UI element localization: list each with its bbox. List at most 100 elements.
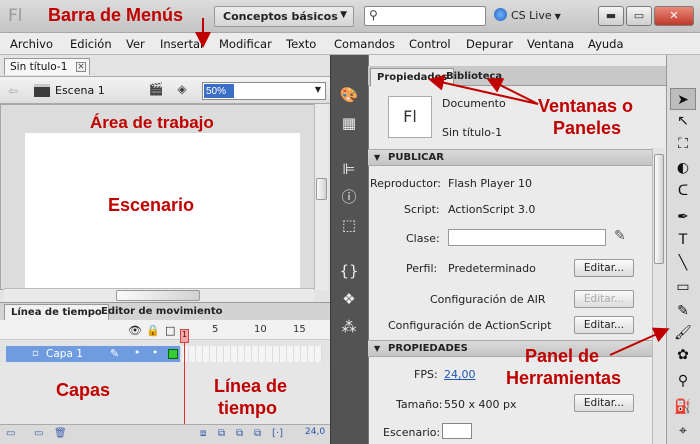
menu-modificar[interactable]: Modificar (219, 37, 272, 51)
text-tool-icon[interactable]: T (670, 229, 696, 251)
frames-strip[interactable] (182, 346, 322, 362)
properties-scrollbar[interactable] (652, 148, 665, 444)
annotation-tools-2: Herramientas (506, 368, 622, 388)
delete-icon[interactable]: 🗑 (54, 428, 67, 439)
scroll-thumb[interactable] (316, 178, 327, 200)
close-button[interactable]: ✕ (654, 6, 694, 26)
section-publish[interactable]: ▼ PUBLICAR (368, 149, 652, 166)
menu-control[interactable]: Control (409, 37, 451, 51)
line-tool-icon[interactable]: ╲ (670, 252, 696, 274)
edit-air-button[interactable]: Editar... (574, 290, 634, 308)
player-value: Flash Player 10 (448, 177, 533, 190)
actions-panel-icon[interactable]: {} (334, 260, 364, 282)
free-transform-tool-icon[interactable]: ⛶ (670, 133, 696, 155)
annotation-panels-2: Paneles (553, 118, 622, 138)
minimize-button[interactable]: ▬ (598, 6, 624, 26)
bone-tool-icon[interactable]: ⚲ (670, 370, 696, 392)
brush-tool-icon[interactable]: 🖌 (670, 322, 696, 344)
playhead[interactable]: 1 (180, 329, 189, 343)
profile-value: Predeterminado (448, 262, 536, 275)
annotation-layers: Capas (56, 380, 111, 400)
workspace-label: Conceptos básicos (223, 10, 338, 23)
menu-archivo[interactable]: Archivo (10, 37, 53, 51)
visibility-dot[interactable]: • (134, 347, 140, 359)
subselection-tool-icon[interactable]: ↖ (670, 110, 696, 132)
selection-tool-icon[interactable]: ➤ (670, 88, 696, 110)
zoom-dropdown[interactable]: ▼ (202, 82, 326, 100)
new-layer-icon[interactable]: ▭ (6, 428, 15, 439)
onion-skin-icon[interactable]: ⧉ (218, 428, 225, 439)
align-panel-icon[interactable]: ⊫ (334, 158, 364, 180)
lasso-tool-icon[interactable]: ᑕ (670, 180, 696, 202)
workspace-dropdown[interactable]: Conceptos básicos ▼ (214, 6, 354, 27)
fps-value[interactable]: 24,00 (444, 368, 476, 381)
menu-insertar[interactable]: Insertar (160, 37, 205, 51)
fps-readout[interactable]: 24,0 (305, 427, 325, 437)
maximize-button[interactable]: ▭ (626, 6, 652, 26)
lock-icon[interactable]: 🔒 (146, 324, 160, 337)
color-panel-icon[interactable]: 🎨 (334, 84, 364, 106)
stage-horizontal-scrollbar[interactable] (4, 288, 314, 302)
info-panel-icon[interactable]: ⓘ (334, 186, 364, 208)
lock-dot[interactable]: • (152, 347, 158, 359)
document-tab-label: Sin título-1 (10, 61, 68, 73)
swatches-panel-icon[interactable]: ▦ (334, 112, 364, 134)
3d-rotation-tool-icon[interactable]: ◐ (670, 157, 696, 179)
new-folder-icon[interactable]: ▭ (34, 428, 43, 439)
scroll-thumb[interactable] (654, 154, 664, 264)
frame-number: 5 (212, 324, 219, 335)
search-input[interactable] (385, 8, 483, 24)
class-input[interactable] (448, 229, 606, 246)
stage-vertical-scrollbar[interactable] (314, 104, 328, 290)
scene-icon (34, 84, 50, 97)
center-frame-icon[interactable]: ⧈ (200, 428, 206, 439)
pen-tool-icon[interactable]: ✒ (670, 206, 696, 228)
eyedropper-tool-icon[interactable]: ⌖ (670, 420, 696, 442)
frame-number: 15 (293, 324, 306, 335)
layer-row[interactable]: ▫ Capa 1 ✎ • • (6, 346, 180, 362)
tab-library[interactable]: Biblioteca (440, 68, 508, 86)
edit-bar: ⇦ Escena 1 🎬 ◈ ▼ (0, 76, 330, 104)
pencil-tool-icon[interactable]: ✎ (670, 300, 696, 322)
menu-ventana[interactable]: Ventana (527, 37, 574, 51)
edit-symbols-icon[interactable]: ◈ (172, 82, 192, 100)
zoom-input[interactable] (204, 84, 234, 98)
menu-depurar[interactable]: Depurar (466, 37, 513, 51)
menu-ver[interactable]: Ver (126, 37, 145, 51)
edit-size-button[interactable]: Editar... (574, 394, 634, 412)
annotation-work-area: Área de trabajo (90, 113, 214, 132)
menu-texto[interactable]: Texto (286, 37, 316, 51)
motion-presets-icon[interactable]: ⁂ (334, 316, 364, 338)
close-icon[interactable]: ✕ (76, 62, 86, 72)
size-label: Tamaño: (396, 398, 443, 411)
edit-actionscript-button[interactable]: Editar... (574, 316, 634, 334)
scroll-thumb[interactable] (116, 290, 200, 301)
outline-color-swatch[interactable] (168, 349, 178, 359)
document-tab[interactable]: Sin título-1 ✕ (4, 58, 90, 75)
outline-icon[interactable]: □ (165, 324, 175, 337)
search-box[interactable]: ⚲ (364, 6, 486, 26)
cs-live-button[interactable]: CS Live ▼ (494, 8, 561, 22)
stage-color-swatch[interactable] (442, 423, 472, 439)
section-properties[interactable]: ▼ PROPIEDADES (368, 340, 652, 357)
edit-multiple-icon[interactable]: ⧉ (254, 428, 261, 439)
tab-timeline[interactable]: Línea de tiempo (4, 304, 109, 321)
tab-motion-editor[interactable]: Editor de movimiento (95, 304, 229, 321)
menu-bar: Archivo Edición Ver Insertar Modificar T… (0, 33, 700, 55)
transform-panel-icon[interactable]: ⬚ (334, 214, 364, 236)
back-arrow-icon[interactable]: ⇦ (8, 84, 18, 98)
edit-profile-button[interactable]: Editar... (574, 259, 634, 277)
player-label: Reproductor: (370, 177, 441, 190)
onion-outline-icon[interactable]: ⧉ (236, 428, 243, 439)
onion-markers-icon[interactable]: [·] (272, 428, 283, 439)
eye-icon[interactable]: 👁 (128, 324, 142, 337)
edit-scene-icon[interactable]: 🎬 (146, 82, 166, 100)
components-panel-icon[interactable]: ❖ (334, 288, 364, 310)
menu-edicion[interactable]: Edición (70, 37, 112, 51)
pencil-icon[interactable]: ✎ (614, 228, 626, 244)
menu-comandos[interactable]: Comandos (334, 37, 395, 51)
menu-ayuda[interactable]: Ayuda (588, 37, 624, 51)
paint-bucket-tool-icon[interactable]: ⛽ (670, 396, 696, 418)
rectangle-tool-icon[interactable]: ▭ (670, 276, 696, 298)
deco-tool-icon[interactable]: ✿ (670, 344, 696, 366)
